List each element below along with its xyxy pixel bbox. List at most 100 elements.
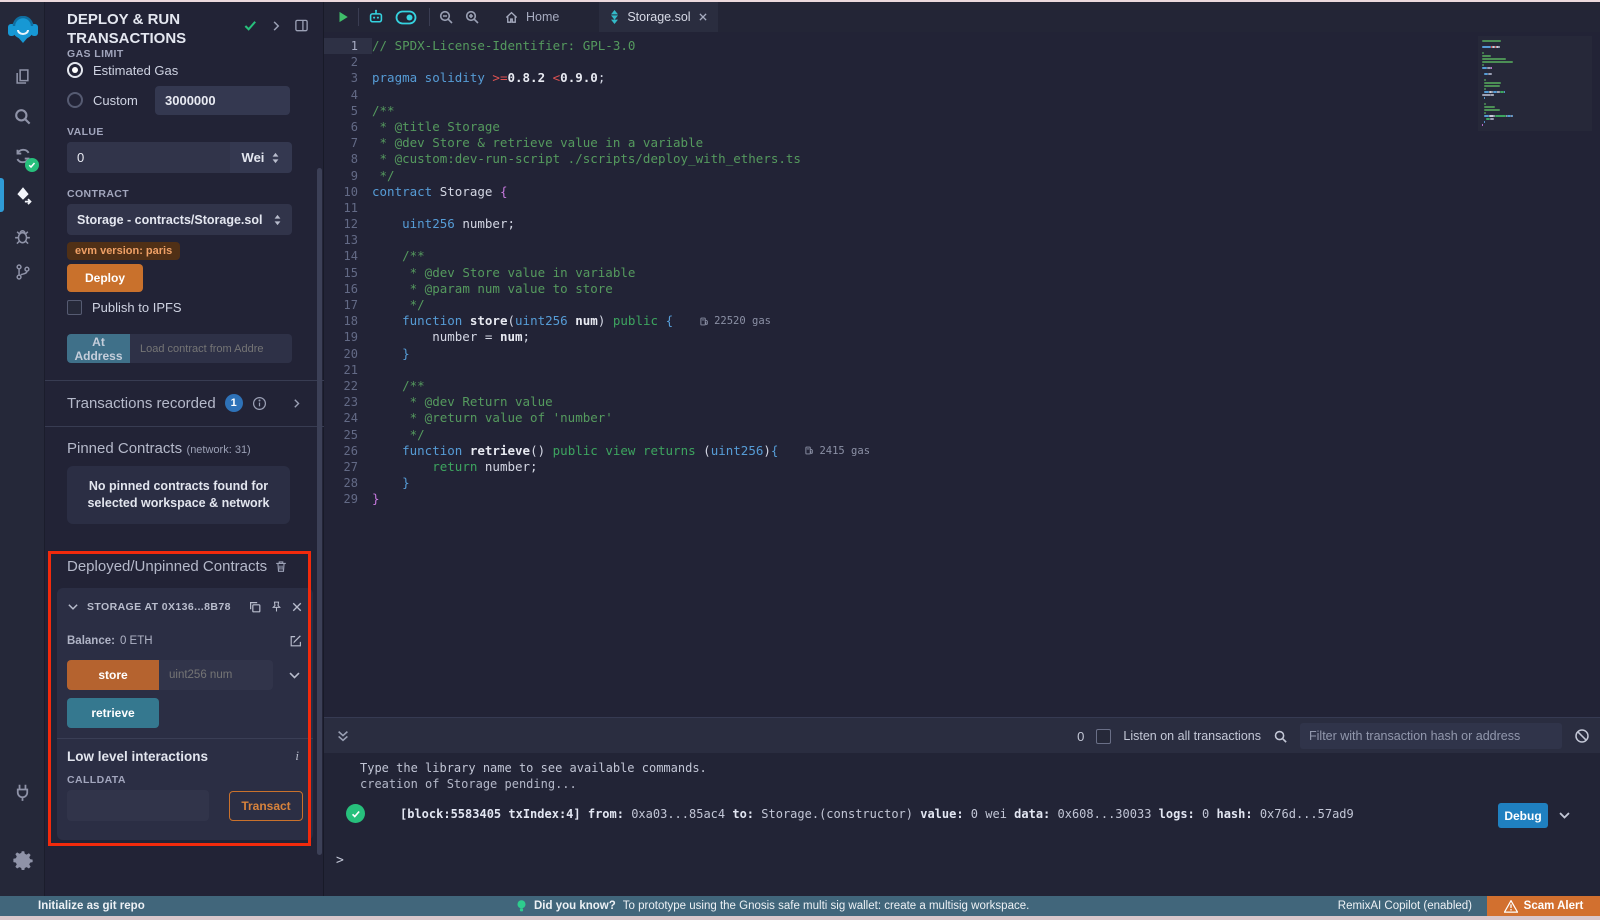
transact-button[interactable]: Transact bbox=[229, 791, 303, 821]
info-icon[interactable] bbox=[252, 396, 267, 411]
calldata-label: CALLDATA bbox=[67, 774, 126, 786]
house-icon bbox=[504, 10, 519, 25]
search-terminal-icon[interactable] bbox=[1273, 729, 1288, 744]
debug-button[interactable]: Debug bbox=[1498, 803, 1548, 828]
terminal-prompt[interactable]: > bbox=[336, 853, 344, 868]
terminal-line: creation of Storage pending... bbox=[360, 777, 577, 791]
terminal-filter-input[interactable] bbox=[1300, 723, 1562, 749]
search-icon[interactable] bbox=[0, 98, 45, 134]
settings-gear-icon[interactable] bbox=[0, 842, 45, 878]
retrieve-button[interactable]: retrieve bbox=[67, 698, 159, 728]
line-number: 11 bbox=[324, 200, 372, 216]
code-line: 15 * @dev Store value in variable bbox=[324, 265, 1600, 281]
deploy-run-panel: DEPLOY & RUN TRANSACTIONS GAS LIMIT Esti… bbox=[45, 2, 324, 896]
debugger-icon[interactable] bbox=[0, 218, 45, 254]
line-number: 4 bbox=[324, 87, 372, 103]
deploy-run-icon[interactable] bbox=[0, 178, 45, 214]
zoom-in-icon[interactable] bbox=[464, 9, 480, 25]
code-line: 11 bbox=[324, 200, 1600, 216]
contract-select[interactable]: Storage - contracts/Storage.sol bbox=[67, 204, 292, 235]
value-unit-select[interactable]: Wei bbox=[230, 142, 292, 173]
code-line: 17 */ bbox=[324, 297, 1600, 313]
custom-gas-radio[interactable]: Custom bbox=[67, 92, 138, 108]
remix-ide-window: DEPLOY & RUN TRANSACTIONS GAS LIMIT Esti… bbox=[0, 0, 1600, 920]
line-number: 16 bbox=[324, 281, 372, 297]
at-address-input[interactable] bbox=[130, 334, 292, 363]
code-line: 5/** bbox=[324, 103, 1600, 119]
custom-gas-input[interactable] bbox=[155, 86, 290, 115]
line-number: 28 bbox=[324, 475, 372, 491]
chevron-down-icon[interactable] bbox=[67, 601, 79, 613]
code-line: 22 /** bbox=[324, 378, 1600, 394]
close-icon[interactable] bbox=[291, 601, 303, 613]
estimated-gas-radio[interactable]: Estimated Gas bbox=[67, 62, 178, 78]
editor-minimap[interactable] bbox=[1478, 36, 1592, 131]
edit-icon[interactable] bbox=[289, 634, 303, 648]
transaction-log-row[interactable]: [block:5583405 txIndex:4] from: 0xa03...… bbox=[346, 801, 1586, 827]
expand-args-chevron-icon[interactable] bbox=[288, 669, 301, 682]
zoom-out-icon[interactable] bbox=[438, 9, 454, 25]
git-init-status[interactable]: Initialize as git repo bbox=[38, 900, 145, 912]
tab-storage-sol[interactable]: Storage.sol bbox=[599, 2, 717, 32]
expand-chevron-icon[interactable] bbox=[291, 398, 302, 409]
store-arg-input[interactable] bbox=[159, 660, 273, 690]
pin-icon[interactable] bbox=[270, 600, 283, 614]
line-number: 29 bbox=[324, 491, 372, 507]
gas-limit-label: GAS LIMIT bbox=[67, 48, 124, 60]
at-address-button[interactable]: At Address bbox=[67, 334, 130, 363]
gas-estimate-annotation: 2415 gas bbox=[804, 443, 870, 459]
copilot-status[interactable]: RemixAI Copilot (enabled) bbox=[1338, 900, 1472, 912]
store-row: store bbox=[67, 660, 303, 690]
deploy-button[interactable]: Deploy bbox=[67, 264, 143, 292]
store-button[interactable]: store bbox=[67, 660, 159, 690]
code-line: 8 * @custom:dev-run-script ./scripts/dep… bbox=[324, 151, 1600, 167]
pin-panel-chevron-icon[interactable] bbox=[270, 20, 282, 32]
line-number: 2 bbox=[324, 54, 372, 70]
code-line: 14 /** bbox=[324, 248, 1600, 264]
plugin-manager-icon[interactable] bbox=[0, 774, 45, 810]
clear-terminal-icon[interactable] bbox=[1574, 728, 1590, 744]
split-panel-icon[interactable] bbox=[294, 18, 309, 33]
trash-icon[interactable] bbox=[274, 559, 288, 574]
contract-instance-header[interactable]: STORAGE AT 0X136...8B78 bbox=[67, 600, 303, 614]
calldata-input[interactable] bbox=[67, 790, 209, 821]
file-explorer-icon[interactable] bbox=[0, 58, 45, 94]
panel-scrollbar[interactable] bbox=[317, 168, 322, 855]
close-tab-icon[interactable] bbox=[698, 12, 708, 22]
line-number: 5 bbox=[324, 103, 372, 119]
copilot-toggle-icon[interactable] bbox=[395, 10, 417, 25]
radio-off-icon[interactable] bbox=[67, 92, 83, 108]
radio-on-icon[interactable] bbox=[67, 62, 83, 78]
deployed-contracts-header: Deployed/Unpinned Contracts bbox=[67, 558, 310, 575]
listen-checkbox[interactable] bbox=[1096, 729, 1111, 744]
value-input[interactable] bbox=[67, 142, 230, 173]
tx-expand-chevron-icon[interactable] bbox=[1558, 809, 1571, 822]
calldata-row: Transact bbox=[67, 790, 303, 821]
code-line: 18 function store(uint256 num) public {2… bbox=[324, 313, 1600, 329]
copy-icon[interactable] bbox=[248, 600, 262, 614]
run-script-play-icon[interactable] bbox=[336, 10, 350, 24]
instance-label: STORAGE AT 0X136...8B78 bbox=[87, 601, 231, 613]
publish-ipfs-row[interactable]: Publish to IPFS bbox=[67, 300, 182, 315]
publish-checkbox[interactable] bbox=[67, 300, 82, 315]
code-line: 23 * @dev Return value bbox=[324, 394, 1600, 410]
at-address-control: At Address bbox=[67, 334, 292, 363]
code-line: 7 * @dev Store & retrieve value in a var… bbox=[324, 135, 1600, 151]
tab-home[interactable]: Home bbox=[494, 2, 569, 32]
tx-success-icon bbox=[346, 804, 365, 823]
terminal-header: 0 Listen on all transactions bbox=[324, 717, 1600, 753]
info-i-icon[interactable]: i bbox=[295, 748, 299, 764]
transactions-recorded-row[interactable]: Transactions recorded 1 bbox=[67, 394, 310, 412]
remix-logo-icon[interactable] bbox=[0, 10, 45, 50]
code-line: 21 bbox=[324, 362, 1600, 378]
panel-check-icon bbox=[243, 18, 258, 33]
terminal-output[interactable]: Type the library name to see available c… bbox=[324, 753, 1600, 898]
line-number: 14 bbox=[324, 248, 372, 264]
solidity-compiler-icon[interactable] bbox=[0, 138, 45, 174]
ai-robot-icon[interactable] bbox=[367, 8, 385, 26]
collapse-terminal-icon[interactable] bbox=[336, 729, 350, 743]
scam-alert-badge[interactable]: Scam Alert bbox=[1487, 896, 1600, 916]
code-editor[interactable]: 1// SPDX-License-Identifier: GPL-3.023pr… bbox=[324, 32, 1600, 717]
icon-panel bbox=[0, 2, 45, 896]
git-icon[interactable] bbox=[0, 254, 45, 290]
